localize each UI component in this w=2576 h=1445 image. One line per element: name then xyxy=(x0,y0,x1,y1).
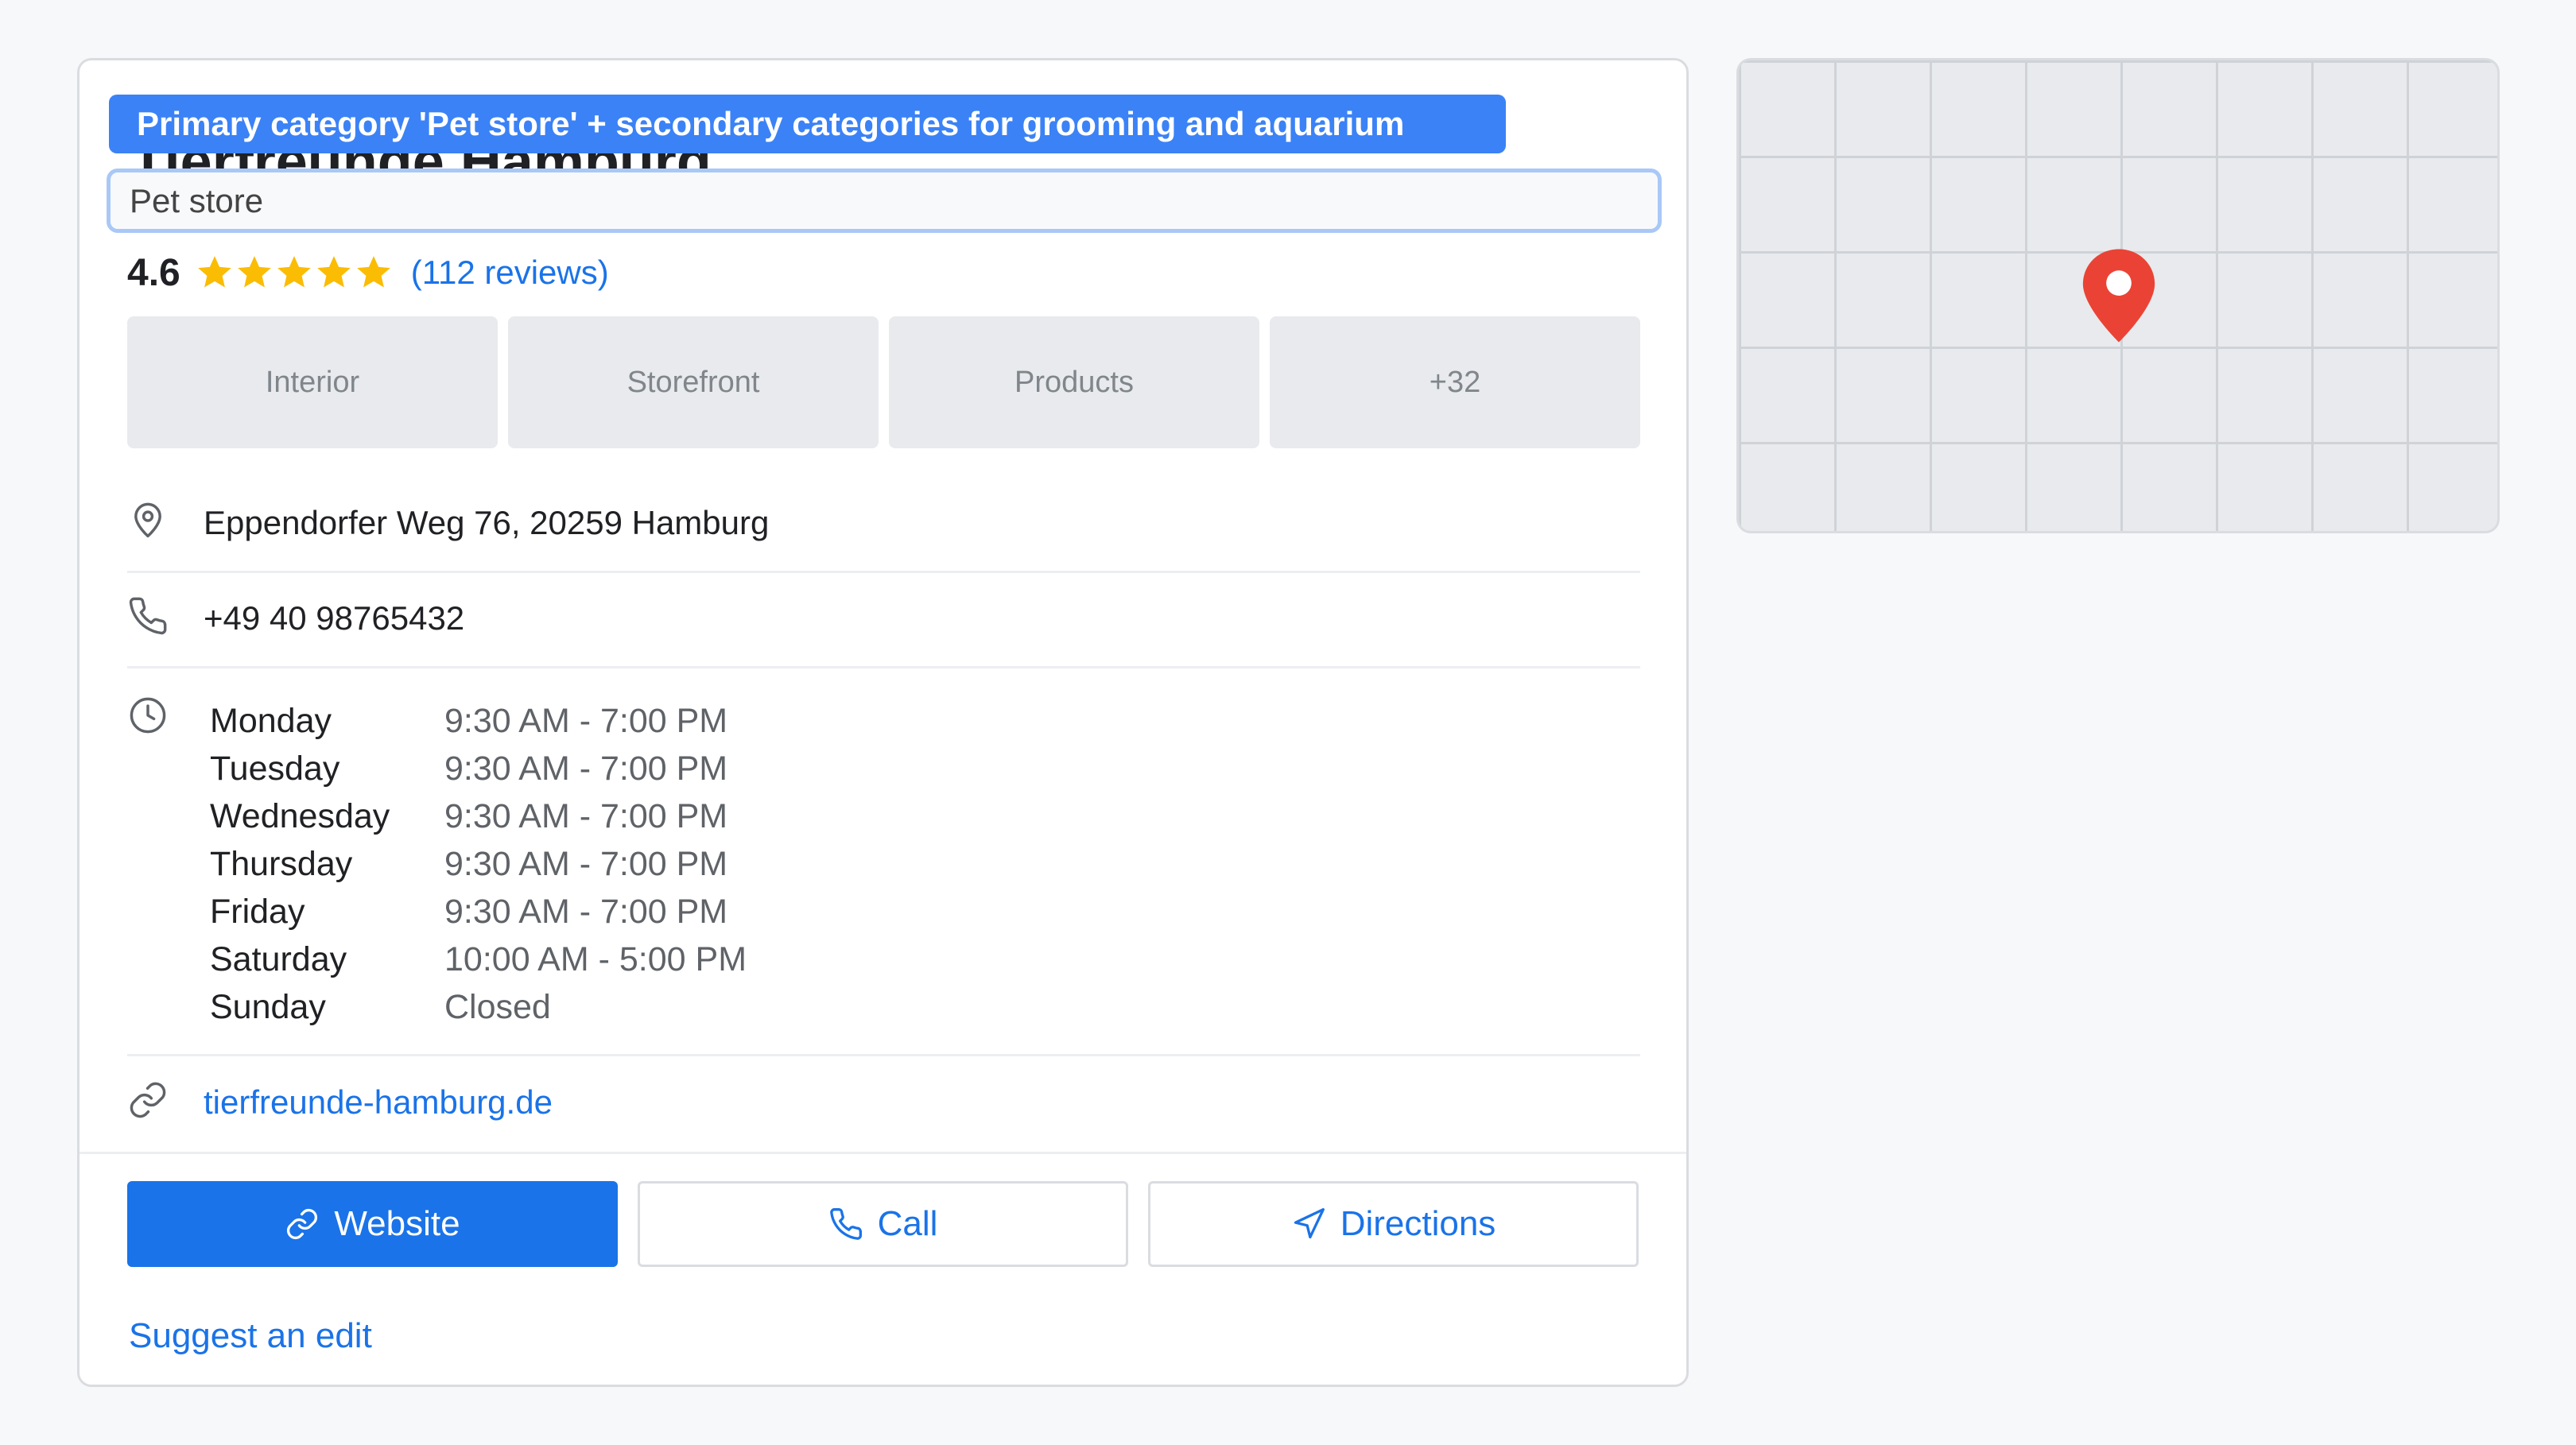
star-icon xyxy=(277,256,311,288)
map-marker-icon xyxy=(2082,249,2155,343)
navigation-arrow-icon xyxy=(1294,1208,1325,1239)
hours-time: Closed xyxy=(444,988,551,1026)
opening-hours-table: Monday 9:30 AM - 7:00 PM Tuesday 9:30 AM… xyxy=(210,701,747,1027)
phone-icon xyxy=(129,597,167,635)
divider xyxy=(127,1054,1640,1056)
divider xyxy=(127,571,1640,573)
reviews-link[interactable]: (112 reviews) xyxy=(411,254,609,292)
hours-day: Monday xyxy=(210,702,332,740)
photo-tile-products[interactable]: Products xyxy=(889,316,1259,448)
hours-day: Thursday xyxy=(210,845,353,883)
hours-day: Friday xyxy=(210,893,305,931)
map-preview[interactable] xyxy=(1736,58,2500,533)
star-icon xyxy=(197,256,231,288)
call-button[interactable]: Call xyxy=(638,1181,1128,1267)
link-icon xyxy=(287,1209,318,1239)
phone-row: +49 40 98765432 xyxy=(127,595,1640,637)
address-text: Eppendorfer Weg 76, 20259 Hamburg xyxy=(204,504,770,541)
photo-tile-interior[interactable]: Interior xyxy=(127,316,498,448)
category-input[interactable] xyxy=(107,169,1662,233)
hours-time: 9:30 AM - 7:00 PM xyxy=(444,845,728,883)
hours-time: 9:30 AM - 7:00 PM xyxy=(444,750,728,788)
hours-day: Tuesday xyxy=(210,750,340,788)
link-icon xyxy=(130,1082,166,1118)
suggest-edit-link[interactable]: Suggest an edit xyxy=(129,1316,372,1356)
website-link[interactable]: tierfreunde-hamburg.de xyxy=(204,1083,553,1122)
action-buttons: Website Call Directions xyxy=(127,1181,1639,1267)
directions-button[interactable]: Directions xyxy=(1148,1181,1639,1267)
star-icon xyxy=(237,256,271,288)
photo-strip: Interior Storefront Products +32 xyxy=(127,316,1640,448)
directions-button-label: Directions xyxy=(1340,1204,1496,1243)
website-button-label: Website xyxy=(334,1204,460,1243)
phone-number[interactable]: +49 40 98765432 xyxy=(204,599,464,637)
star-rating xyxy=(195,253,394,292)
star-icon xyxy=(356,256,390,288)
hours-day: Wednesday xyxy=(210,797,390,835)
star-icon xyxy=(316,256,351,288)
photo-tile-storefront[interactable]: Storefront xyxy=(508,316,879,448)
rating-value: 4.6 xyxy=(127,251,180,294)
photo-tile-more[interactable]: +32 xyxy=(1270,316,1640,448)
rating-row: 4.6 (112 reviews) xyxy=(127,245,609,300)
business-profile-card: Tierfreunde Hamburg Primary category 'Pe… xyxy=(77,58,1689,1387)
divider xyxy=(80,1152,1686,1154)
website-button[interactable]: Website xyxy=(127,1181,618,1267)
hours-row: Monday 9:30 AM - 7:00 PM Tuesday 9:30 AM… xyxy=(127,695,1640,1027)
hours-time: 9:30 AM - 7:00 PM xyxy=(444,702,728,740)
hours-time: 9:30 AM - 7:00 PM xyxy=(444,797,728,835)
divider xyxy=(127,666,1640,668)
hours-day: Sunday xyxy=(210,988,326,1026)
phone-icon xyxy=(829,1208,862,1240)
website-row: tierfreunde-hamburg.de xyxy=(127,1079,1640,1122)
address-row: Eppendorfer Weg 76, 20259 Hamburg xyxy=(127,500,1640,542)
category-annotation-banner: Primary category 'Pet store' + secondary… xyxy=(109,95,1506,153)
hours-day: Saturday xyxy=(210,940,347,978)
hours-time: 9:30 AM - 7:00 PM xyxy=(444,893,728,931)
call-button-label: Call xyxy=(877,1204,938,1243)
hours-time: 10:00 AM - 5:00 PM xyxy=(444,940,747,978)
clock-icon xyxy=(130,697,166,734)
location-pin-icon xyxy=(134,502,161,538)
